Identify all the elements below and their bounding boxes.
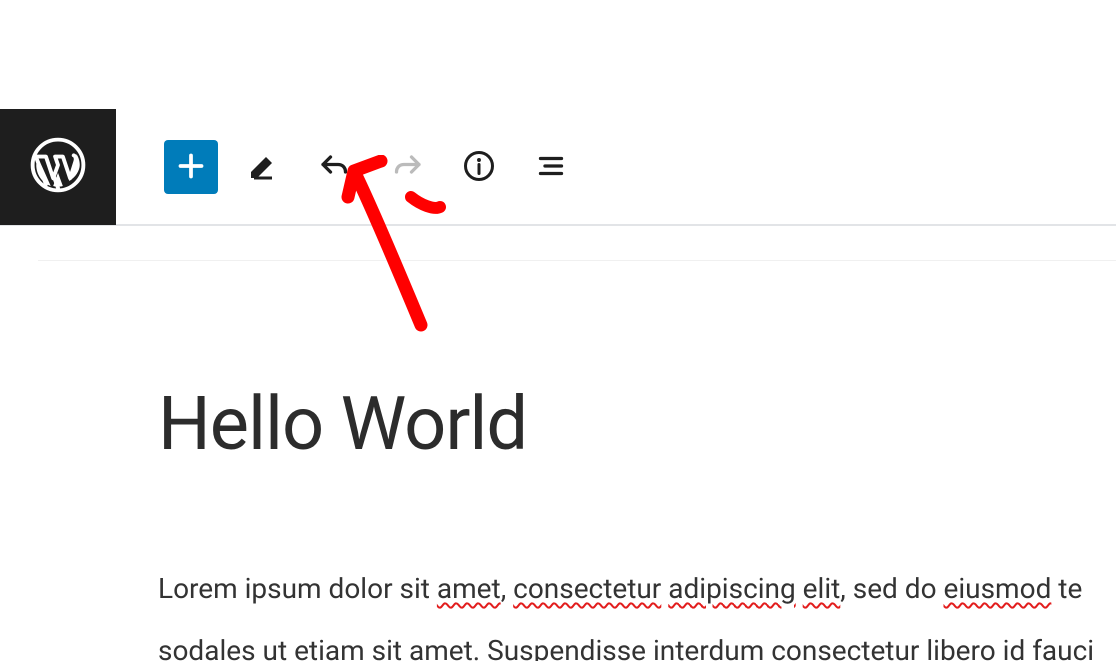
redo-button[interactable] <box>380 140 434 194</box>
wordpress-icon <box>29 136 87 198</box>
post-title[interactable]: Hello World <box>158 381 1116 468</box>
wordpress-logo-button[interactable] <box>0 109 116 225</box>
info-icon <box>461 148 497 187</box>
editor-content: Hello World Lorem ipsum dolor sit amet, … <box>38 260 1116 661</box>
redo-icon <box>389 148 425 187</box>
list-outline-icon <box>533 148 569 187</box>
undo-button[interactable] <box>308 140 362 194</box>
add-block-button[interactable] <box>164 140 218 194</box>
plus-icon <box>173 148 209 187</box>
editor-topbar <box>0 110 1116 226</box>
pencil-icon <box>245 148 281 187</box>
outline-button[interactable] <box>524 140 578 194</box>
info-button[interactable] <box>452 140 506 194</box>
edit-mode-button[interactable] <box>236 140 290 194</box>
post-body[interactable]: Lorem ipsum dolor sit amet, consectetur … <box>158 558 1116 661</box>
undo-icon <box>317 148 353 187</box>
toolbar-buttons <box>164 140 578 194</box>
